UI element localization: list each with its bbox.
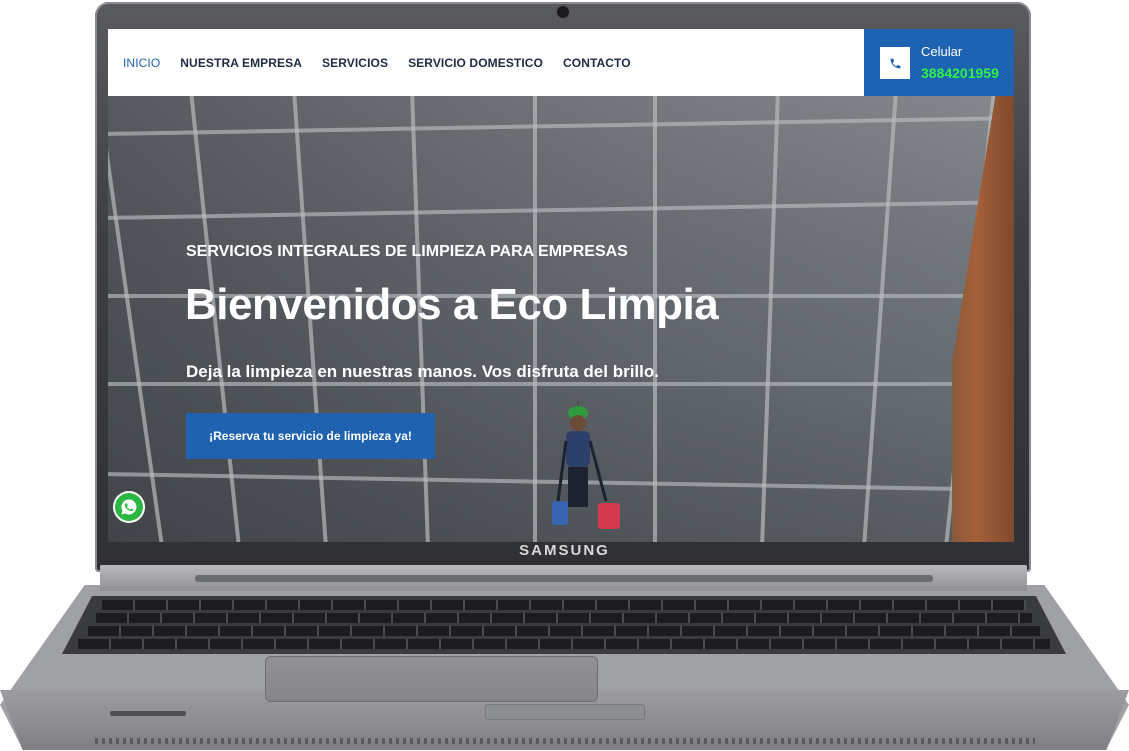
site-header: INICIO NUESTRA EMPRESA SERVICIOS SERVICI… bbox=[108, 29, 1014, 96]
nav-item-nuestra-empresa[interactable]: NUESTRA EMPRESA bbox=[180, 56, 302, 70]
phone-number[interactable]: 3884201959 bbox=[921, 65, 999, 81]
laptop-vent bbox=[95, 738, 1035, 744]
hinge-groove bbox=[195, 575, 933, 582]
nav-item-servicio-domestico[interactable]: SERVICIO DOMESTICO bbox=[408, 56, 543, 70]
whatsapp-icon[interactable] bbox=[115, 493, 143, 521]
laptop-brand-logo: SAMSUNG bbox=[519, 542, 610, 559]
nav-item-contacto[interactable]: CONTACTO bbox=[563, 56, 631, 70]
main-nav: INICIO NUESTRA EMPRESA SERVICIOS SERVICI… bbox=[123, 29, 651, 96]
nav-item-servicios[interactable]: SERVICIOS bbox=[322, 56, 388, 70]
phone-contact-box[interactable]: Celular 3884201959 bbox=[864, 29, 1014, 96]
hero-description: Deja la limpieza en nuestras manos. Vos … bbox=[186, 362, 659, 381]
nav-item-inicio[interactable]: INICIO bbox=[123, 56, 160, 70]
hero-title: Bienvenidos a Eco Limpia bbox=[185, 280, 719, 329]
phone-icon bbox=[880, 47, 910, 79]
laptop-front-latch bbox=[485, 704, 645, 720]
window-cleaner-figure bbox=[552, 401, 620, 529]
laptop-keyboard bbox=[62, 596, 1066, 654]
laptop-touchpad bbox=[265, 656, 598, 702]
laptop-port bbox=[110, 711, 186, 716]
hero-subtitle: SERVICIOS INTEGRALES DE LIMPIEZA PARA EM… bbox=[186, 243, 628, 260]
webcam-icon bbox=[557, 6, 569, 18]
hero-section: SERVICIOS INTEGRALES DE LIMPIEZA PARA EM… bbox=[108, 96, 1014, 542]
laptop-screen: INICIO NUESTRA EMPRESA SERVICIOS SERVICI… bbox=[108, 29, 1014, 542]
phone-label: Celular bbox=[921, 44, 963, 59]
reserve-service-button[interactable]: ¡Reserva tu servicio de limpieza ya! bbox=[186, 413, 435, 459]
